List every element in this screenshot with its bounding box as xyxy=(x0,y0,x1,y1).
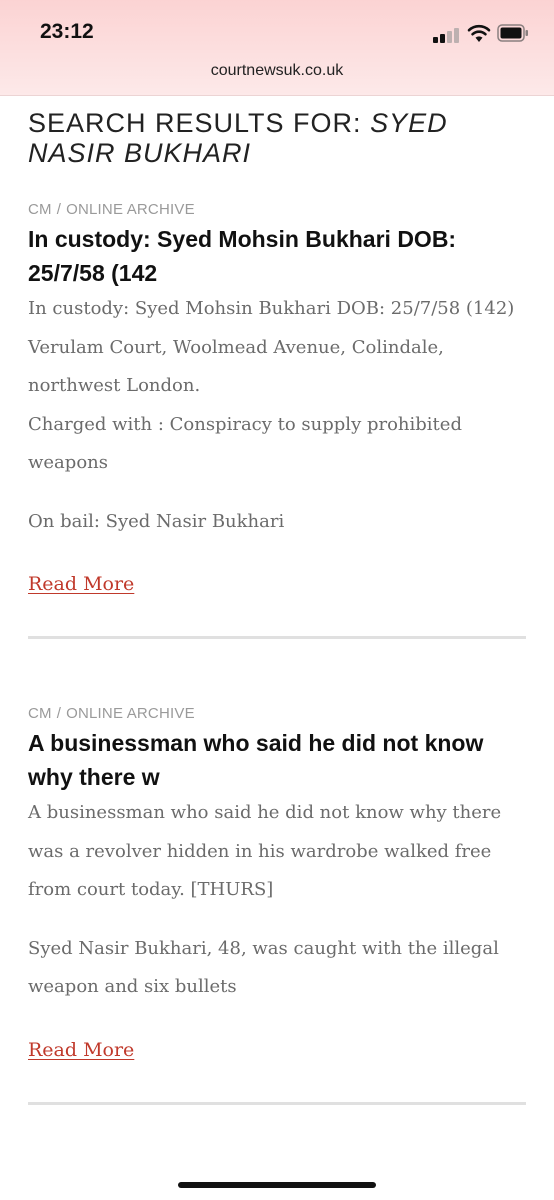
read-more-link[interactable]: Read More xyxy=(28,573,134,595)
meta-separator: / xyxy=(56,705,62,722)
wifi-icon xyxy=(467,24,491,42)
divider xyxy=(28,636,526,639)
post-title[interactable]: In custody: Syed Mohsin Bukhari DOB: 25/… xyxy=(28,222,528,290)
address-bar-url[interactable]: courtnewsuk.co.uk xyxy=(0,62,554,80)
search-heading-prefix: SEARCH RESULTS FOR: xyxy=(28,108,362,138)
cellular-signal-icon xyxy=(433,27,461,43)
post-excerpt: A businessman who said he did not know w… xyxy=(28,794,528,1007)
status-bar: 23:12 courtnewsuk.co.uk xyxy=(0,0,554,96)
archive-link[interactable]: ONLINE ARCHIVE xyxy=(66,705,195,722)
divider xyxy=(28,1102,526,1105)
search-result: CM / ONLINE ARCHIVE A businessman who said… xyxy=(28,705,528,1061)
post-title[interactable]: A businessman who said he did not know w… xyxy=(28,726,528,794)
search-results-heading: SEARCH RESULTS FOR: SYED NASIR BUKHARI xyxy=(28,108,528,168)
post-meta: CM / ONLINE ARCHIVE xyxy=(28,201,528,218)
clock-time: 23:12 xyxy=(40,20,94,43)
archive-link[interactable]: ONLINE ARCHIVE xyxy=(66,201,195,218)
post-meta: CM / ONLINE ARCHIVE xyxy=(28,705,528,722)
read-more-link[interactable]: Read More xyxy=(28,1039,134,1061)
category-link[interactable]: CM xyxy=(28,705,52,722)
category-link[interactable]: CM xyxy=(28,201,52,218)
excerpt-paragraph: Charged with : Conspiracy to supply proh… xyxy=(28,413,462,474)
post-excerpt: In custody: Syed Mohsin Bukhari DOB: 25/… xyxy=(28,290,528,541)
search-result: CM / ONLINE ARCHIVE In custody: Syed Mohsi… xyxy=(28,201,528,595)
excerpt-paragraph: Syed Nasir Bukhari, 48, was caught with … xyxy=(28,937,499,998)
excerpt-paragraph: A businessman who said he did not know w… xyxy=(28,802,502,900)
home-indicator[interactable] xyxy=(178,1182,376,1188)
excerpt-paragraph: On bail: Syed Nasir Bukhari xyxy=(28,510,285,532)
battery-icon xyxy=(497,24,528,42)
meta-separator: / xyxy=(56,201,62,218)
excerpt-paragraph: In custody: Syed Mohsin Bukhari DOB: 25/… xyxy=(28,298,515,396)
